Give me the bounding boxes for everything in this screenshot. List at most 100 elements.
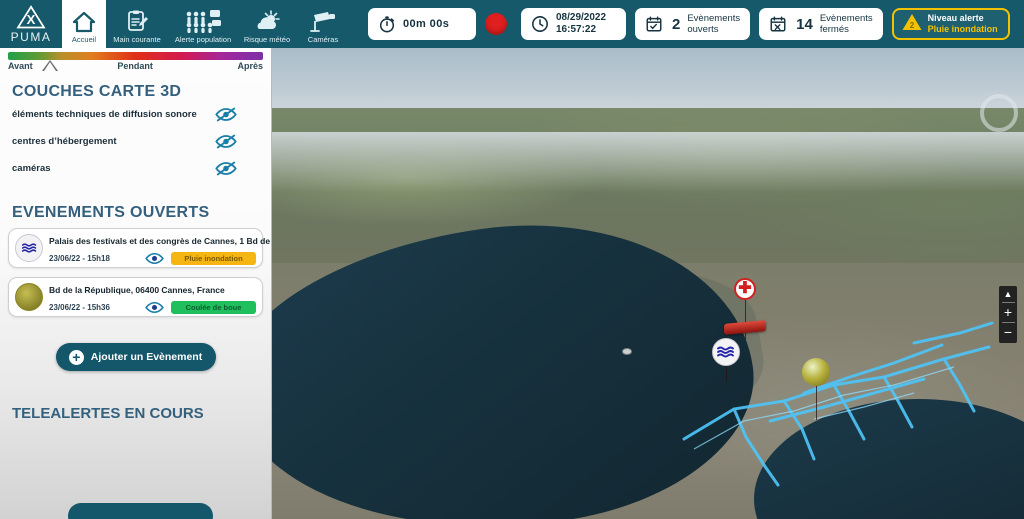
top-navigation-bar: X PUMA Accueil Main courante Alerte popu… (0, 0, 1024, 48)
layer-row-diffusion-sonore[interactable]: éléments techniques de diffusion sonore (0, 101, 271, 128)
zoom-out-button[interactable]: − (1000, 324, 1016, 341)
nav-tab-accueil-label: Accueil (71, 35, 97, 44)
map-haze (272, 132, 1024, 192)
people-alert-icon (184, 7, 222, 33)
nav-tab-alerte-population-label: Alerte population (174, 35, 232, 44)
mudslide-icon (802, 358, 830, 386)
map-water-network (682, 321, 994, 487)
flood-water-icon (15, 234, 43, 262)
marker-stem (816, 386, 817, 420)
add-event-button[interactable]: + Ajouter un Evènement (55, 343, 216, 371)
event-date: 23/06/22 - 15h18 (49, 254, 110, 263)
sun-cloud-icon (252, 7, 282, 33)
events-closed-label-2: fermés (819, 24, 849, 35)
plus-circle-icon: + (68, 349, 84, 365)
events-open-count: 2 (672, 15, 681, 33)
map-poi-dot[interactable] (622, 348, 632, 355)
nav-tab-risque-meteo-label: Risque météo (243, 35, 291, 44)
eye-slash-icon[interactable] (215, 107, 271, 122)
alert-level-title: Niveau alerte (927, 13, 984, 23)
zoom-in-button[interactable]: + (1000, 304, 1016, 321)
flood-marker[interactable] (712, 338, 740, 382)
barrier-marker[interactable] (724, 320, 766, 335)
phase-timeline-gradient[interactable] (8, 52, 263, 60)
layers-section-title: COUCHES CARTE 3D (12, 83, 182, 100)
nav-tab-alerte-population[interactable]: Alerte population (168, 0, 238, 48)
map-nav-arrow-icon[interactable]: ▲ (1000, 288, 1016, 301)
event-title: Bd de la République, 06400 Cannes, Franc… (49, 285, 225, 295)
eye-icon[interactable] (137, 301, 171, 314)
phase-timeline-labels: Avant Pendant Après (0, 60, 271, 71)
layer-row-cameras[interactable]: caméras (0, 155, 271, 182)
app-logo[interactable]: X PUMA (0, 0, 62, 48)
zoom-divider-bottom (1001, 322, 1015, 323)
timeline-label-before: Avant (8, 61, 33, 71)
alert-level-type: Pluie inondation (927, 24, 998, 34)
nav-tab-cameras-label: Caméras (307, 35, 339, 44)
marker-stem (726, 366, 727, 382)
event-date: 23/06/22 - 15h36 (49, 303, 110, 312)
map-zoom-controls[interactable]: ▲ + − (999, 286, 1017, 343)
record-dot-icon[interactable] (485, 13, 507, 35)
left-sidebar: Avant Pendant Après COUCHES CARTE 3D élé… (0, 48, 272, 519)
flood-water-icon (712, 338, 740, 366)
eye-slash-icon[interactable] (215, 134, 271, 149)
clock-date: 08/29/2022 (556, 12, 607, 23)
layer-label: éléments techniques de diffusion sonore (12, 109, 197, 120)
open-events-list: Palais des festivals et des congrès de C… (0, 222, 271, 317)
cctv-camera-icon (309, 7, 337, 33)
compass-ring-icon[interactable] (980, 94, 1018, 132)
eye-slash-icon[interactable] (215, 161, 271, 176)
events-closed-count: 14 (796, 15, 813, 33)
clock-widget: 08/29/2022 16:57:22 (521, 8, 626, 40)
events-open-label-1: Evènements (687, 13, 741, 24)
events-open-widget[interactable]: 2 Evènements ouverts (635, 8, 751, 40)
nav-tab-main-courante[interactable]: Main courante (106, 0, 168, 48)
red-bar-icon (724, 320, 766, 335)
events-open-label-2: ouverts (687, 24, 719, 35)
event-status-badge: Coulée de boue (171, 301, 256, 314)
timer-widget[interactable]: 00m 00s (368, 8, 476, 40)
medical-marker[interactable]: ✚ (734, 278, 756, 340)
event-status-badge: Pluie inondation (171, 252, 256, 265)
poi-dot-icon (622, 348, 632, 355)
nav-tab-risque-meteo[interactable]: Risque météo (238, 0, 296, 48)
alert-level-badge[interactable]: 2 Niveau alerte Pluie inondation (891, 8, 1010, 40)
svg-text:X: X (27, 12, 36, 27)
mudslide-marker[interactable] (802, 358, 830, 420)
telealertes-section-title: TELEALERTES EN COURS (12, 405, 204, 422)
application-window: X PUMA Accueil Main courante Alerte popu… (0, 0, 1024, 519)
telealertes-action-button[interactable] (68, 503, 213, 519)
red-cross-icon: ✚ (734, 278, 756, 300)
calendar-x-icon (769, 15, 787, 33)
add-event-label: Ajouter un Evènement (90, 351, 203, 363)
layer-label: centres d’hébergement (12, 136, 117, 147)
marker-stem (745, 300, 746, 340)
calendar-check-icon (645, 15, 663, 33)
svg-text:2: 2 (909, 21, 914, 30)
stopwatch-icon (378, 15, 396, 33)
timer-value: 00m 00s (403, 18, 450, 30)
timeline-label-during: Pendant (117, 61, 153, 71)
timeline-label-after: Après (237, 61, 263, 71)
clock-time: 16:57:22 (556, 24, 597, 35)
events-closed-widget[interactable]: 14 Evènements fermés (759, 8, 883, 40)
nav-tab-accueil[interactable]: Accueil (62, 0, 106, 48)
clock-icon (531, 15, 549, 33)
warning-triangle-icon: 2 (901, 12, 923, 37)
event-card[interactable]: Palais des festivals et des congrès de C… (8, 228, 271, 268)
eye-icon[interactable] (137, 252, 171, 265)
events-section-title: EVENEMENTS OUVERTS (12, 204, 210, 221)
brand-label: PUMA (10, 29, 52, 44)
layer-label: caméras (12, 163, 51, 174)
events-closed-label-1: Evènements (819, 13, 873, 24)
nav-tab-cameras[interactable]: Caméras (296, 0, 350, 48)
event-title: Palais des festivals et des congrès de C… (49, 236, 271, 246)
mudslide-icon (15, 283, 43, 311)
event-card[interactable]: Bd de la République, 06400 Cannes, Franc… (8, 277, 263, 317)
layer-row-centres-hebergement[interactable]: centres d’hébergement (0, 128, 271, 155)
zoom-divider-top (1001, 302, 1015, 303)
map-viewport[interactable]: ▲ + − ✚ (272, 48, 1024, 519)
home-icon (72, 7, 96, 33)
